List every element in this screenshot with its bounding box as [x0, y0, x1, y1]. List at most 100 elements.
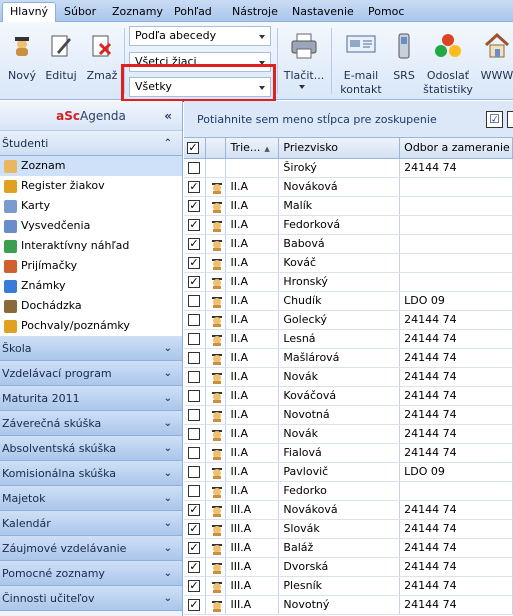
row-checkbox[interactable] — [188, 295, 200, 307]
row-checkbox[interactable]: ✓ — [188, 181, 200, 193]
table-row[interactable]: ✓ III.A Slovák 24144 74 — [184, 519, 513, 539]
delete-button[interactable]: Zmaž — [84, 22, 120, 100]
email-contact-button[interactable]: E-mail kontakt — [337, 22, 385, 100]
select-cell[interactable]: ✓ — [184, 196, 207, 216]
grid-options-checkbox[interactable]: ☑ — [486, 111, 503, 128]
sidebar-section-7[interactable]: Kalendár ⌄ — [0, 511, 182, 536]
menu-tab-nastavenie[interactable]: Nastavenie — [290, 3, 356, 22]
sidebar-section-6[interactable]: Majetok ⌄ — [0, 486, 182, 511]
table-row[interactable]: II.A Mašlárová 24144 74 — [184, 348, 513, 368]
row-checkbox[interactable]: ✓ — [188, 580, 200, 592]
field-column-header[interactable]: Odbor a zameranie — [399, 138, 513, 159]
select-cell[interactable] — [184, 405, 207, 425]
select-cell[interactable] — [184, 386, 207, 406]
sidebar-section-3[interactable]: Záverečná skúška ⌄ — [0, 411, 182, 436]
select-all-checkbox[interactable]: ✓ — [187, 142, 199, 155]
row-checkbox[interactable]: ✓ — [188, 504, 200, 516]
select-cell[interactable] — [184, 367, 207, 387]
sidebar-section-0[interactable]: Škola ⌄ — [0, 336, 182, 361]
row-checkbox[interactable] — [188, 162, 200, 174]
table-row[interactable]: II.A Fialová 24144 74 — [184, 443, 513, 463]
www-button[interactable]: WWW — [477, 22, 513, 100]
row-checkbox[interactable] — [188, 390, 200, 402]
table-row[interactable]: ✓ II.A Malík — [184, 196, 513, 216]
sidebar-item-2[interactable]: Karty — [0, 196, 182, 216]
sidebar-item-0[interactable]: Zoznam — [0, 156, 182, 176]
row-checkbox[interactable] — [188, 485, 200, 497]
select-cell[interactable]: ✓ — [184, 500, 207, 520]
table-row[interactable]: II.A Novák 24144 74 — [184, 367, 513, 387]
select-cell[interactable]: ✓ — [184, 253, 207, 273]
grid-column-chooser[interactable] — [507, 111, 513, 128]
menu-tab-zoznamy[interactable]: Zoznamy — [110, 3, 165, 22]
row-checkbox[interactable] — [188, 371, 200, 383]
select-cell[interactable] — [184, 310, 207, 330]
row-checkbox[interactable] — [188, 447, 200, 459]
select-cell[interactable] — [184, 462, 207, 482]
row-checkbox[interactable] — [188, 428, 200, 440]
table-row[interactable]: ✓ II.A Babová — [184, 234, 513, 254]
select-cell[interactable] — [184, 329, 207, 349]
table-row[interactable]: ✓ II.A Nováková — [184, 177, 513, 197]
menu-tab-subor[interactable]: Súbor — [62, 3, 98, 22]
sidebar-section-5[interactable]: Komisionálna skúška ⌄ — [0, 461, 182, 486]
select-cell[interactable] — [184, 443, 207, 463]
send-stats-button[interactable]: Odoslať štatistiky — [423, 22, 473, 100]
menu-tab-pomoc[interactable]: Pomoc — [366, 3, 406, 22]
sidebar-section-1[interactable]: Vzdelávací program ⌄ — [0, 361, 182, 386]
sidebar-item-4[interactable]: Interaktívny náhľad — [0, 236, 182, 256]
print-button[interactable]: Tlačit... — [281, 22, 327, 100]
table-row[interactable]: II.A Fedorko — [184, 481, 513, 501]
table-row[interactable]: II.A Golecký 24144 74 — [184, 310, 513, 330]
group-by-area[interactable]: Potiahnite sem meno stĺpca pre zoskupeni… — [184, 101, 513, 138]
row-checkbox[interactable]: ✓ — [188, 599, 200, 611]
table-row[interactable]: II.A Pavlovič LDO 09 — [184, 462, 513, 482]
table-row[interactable]: II.A Novák 24144 74 — [184, 424, 513, 444]
select-cell[interactable]: ✓ — [184, 234, 207, 254]
select-cell[interactable]: ✓ — [184, 272, 207, 292]
select-cell[interactable]: ✓ — [184, 519, 207, 539]
collapse-sidebar-button[interactable]: « — [164, 101, 172, 131]
row-checkbox[interactable] — [188, 333, 200, 345]
table-row[interactable]: ✓ III.A Novotný 24144 74 — [184, 595, 513, 615]
row-checkbox[interactable]: ✓ — [188, 523, 200, 535]
table-row[interactable]: II.A Lesná 24144 74 — [184, 329, 513, 349]
sidebar-section-8[interactable]: Záujmové vzdelávanie ⌄ — [0, 536, 182, 561]
select-cell[interactable] — [184, 481, 207, 501]
row-checkbox[interactable]: ✓ — [188, 276, 200, 288]
table-row[interactable]: ✓ III.A Dvorská 24144 74 — [184, 557, 513, 577]
select-cell[interactable]: ✓ — [184, 576, 207, 596]
row-checkbox[interactable]: ✓ — [188, 200, 200, 212]
table-row[interactable]: Široký 24144 74 — [184, 158, 513, 178]
sidebar-item-6[interactable]: Známky — [0, 276, 182, 296]
select-cell[interactable] — [184, 158, 207, 178]
table-row[interactable]: ✓ III.A Nováková 24144 74 — [184, 500, 513, 520]
sidebar-section-4[interactable]: Absolventská skúška ⌄ — [0, 436, 182, 461]
row-checkbox[interactable]: ✓ — [188, 219, 200, 231]
table-row[interactable]: ✓ II.A Fedorková — [184, 215, 513, 235]
sidebar-section-2[interactable]: Maturita 2011 ⌄ — [0, 386, 182, 411]
table-row[interactable]: ✓ III.A Plesník 24144 74 — [184, 576, 513, 596]
menu-tab-pohlad[interactable]: Pohľad — [172, 3, 214, 22]
row-checkbox[interactable]: ✓ — [188, 257, 200, 269]
row-checkbox[interactable]: ✓ — [188, 542, 200, 554]
menu-tab-nastroje[interactable]: Nástroje — [230, 3, 280, 22]
row-checkbox[interactable]: ✓ — [188, 238, 200, 250]
select-cell[interactable] — [184, 291, 207, 311]
sidebar-item-8[interactable]: Pochvaly/poznámky — [0, 316, 182, 336]
select-cell[interactable]: ✓ — [184, 215, 207, 235]
select-all-header[interactable]: ✓ — [184, 138, 207, 159]
class-column-header[interactable]: Trie... ▲ — [225, 138, 280, 159]
row-checkbox[interactable] — [188, 466, 200, 478]
select-cell[interactable] — [184, 424, 207, 444]
select-cell[interactable] — [184, 348, 207, 368]
new-button[interactable]: Nový — [4, 22, 40, 100]
section-students[interactable]: Študenti ⌃ — [0, 131, 182, 156]
sidebar-section-9[interactable]: Pomocné zoznamy ⌄ — [0, 561, 182, 586]
table-row[interactable]: II.A Kováčová 24144 74 — [184, 386, 513, 406]
surname-column-header[interactable]: Priezvisko — [278, 138, 401, 159]
row-checkbox[interactable] — [188, 314, 200, 326]
menu-tab-hlavny[interactable]: Hlavný — [2, 2, 57, 23]
select-cell[interactable]: ✓ — [184, 557, 207, 577]
sidebar-item-1[interactable]: Register žiakov — [0, 176, 182, 196]
